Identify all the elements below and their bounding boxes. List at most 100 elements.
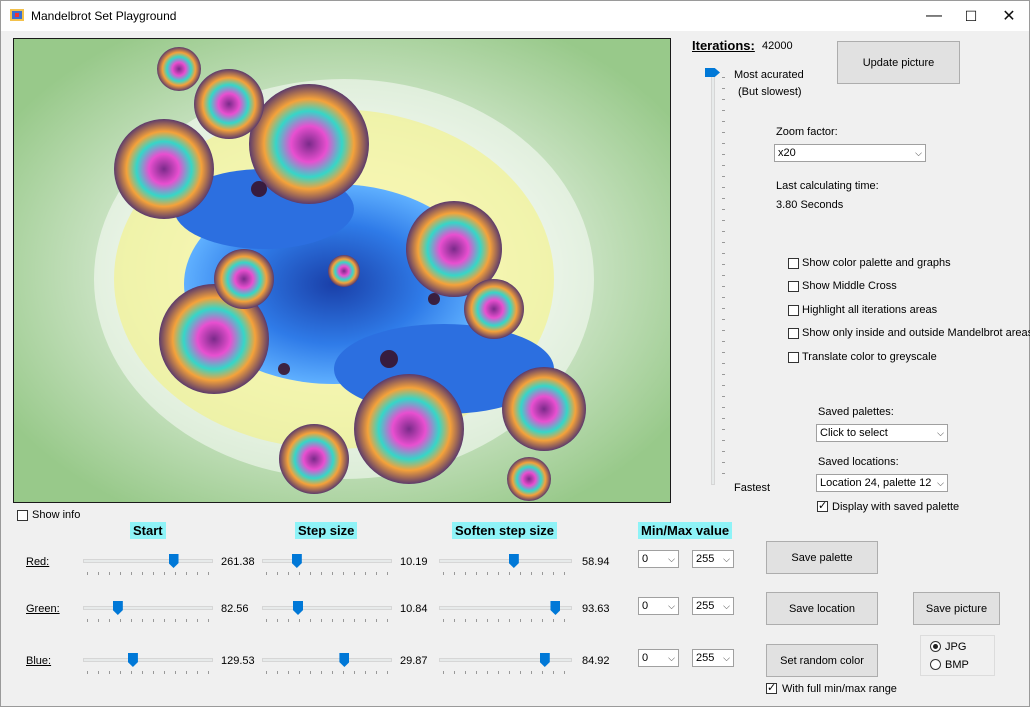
format-radio-bmp[interactable]: [930, 659, 941, 670]
red-channel-label: Red:: [26, 556, 50, 568]
iterations-value: 42000: [762, 40, 793, 52]
green-step-value: 10.84: [400, 603, 428, 615]
start-header: Start: [130, 522, 166, 539]
option-checkbox-greyscale[interactable]: [788, 352, 799, 363]
red-max-select[interactable]: 255 ⌵: [692, 550, 734, 568]
red-soften-slider-track[interactable]: [439, 559, 572, 563]
saved-palettes-value: Click to select: [820, 427, 888, 439]
chevron-down-icon: ⌵: [668, 554, 675, 564]
blue-min-value: 0: [642, 652, 649, 664]
blue-start-slider-thumb[interactable]: [127, 653, 138, 667]
main-window: Mandelbrot Set Playground — ☐ ✕ Show inf…: [0, 0, 1030, 707]
format-label-bmp: BMP: [945, 659, 969, 671]
chevron-down-icon: ⌵: [668, 653, 675, 663]
saved-locations-value: Location 24, palette 12: [820, 477, 932, 489]
zoom-select[interactable]: x20 ⌵: [774, 144, 926, 162]
option-label-highlight: Highlight all iterations areas: [802, 304, 938, 316]
full-range-checkbox[interactable]: [766, 681, 777, 694]
format-label-jpg: JPG: [945, 641, 967, 653]
blue-soften-slider-ticks: [443, 671, 568, 674]
green-soften-slider-thumb[interactable]: [550, 601, 561, 615]
app-icon: [10, 9, 24, 21]
green-start-slider-thumb[interactable]: [112, 601, 123, 615]
save-picture-button[interactable]: Save picture: [913, 592, 1000, 625]
blue-soften-value: 84.92: [582, 655, 610, 667]
blue-soften-slider-track[interactable]: [439, 658, 572, 662]
calc-time-value: 3.80 Seconds: [776, 199, 844, 211]
red-min-value: 0: [642, 553, 649, 565]
saved-palettes-select[interactable]: Click to select ⌵: [816, 424, 948, 442]
display-saved-palette-checkbox[interactable]: [817, 499, 828, 512]
red-start-value: 261.38: [221, 556, 255, 568]
green-start-value: 82.56: [221, 603, 249, 615]
format-radio-jpg[interactable]: [930, 641, 941, 652]
chevron-down-icon: ⌵: [915, 148, 922, 158]
iterations-slider-thumb[interactable]: [705, 68, 720, 77]
chevron-down-icon: ⌵: [937, 478, 944, 488]
red-min-select[interactable]: 0 ⌵: [638, 550, 679, 568]
option-checkbox-highlight[interactable]: [788, 305, 799, 316]
window-title: Mandelbrot Set Playground: [31, 9, 177, 23]
fractal-render: [14, 39, 670, 502]
green-soften-slider-ticks: [443, 619, 568, 622]
green-min-select[interactable]: 0 ⌵: [638, 597, 679, 615]
red-max-value: 255: [696, 553, 715, 565]
green-max-select[interactable]: 255 ⌵: [692, 597, 734, 615]
iterations-slider-track[interactable]: [711, 73, 715, 485]
title-bar: Mandelbrot Set Playground — ☐ ✕: [1, 1, 1029, 31]
maximize-button[interactable]: ☐: [952, 1, 990, 31]
blue-start-value: 129.53: [221, 655, 255, 667]
minimize-button[interactable]: —: [915, 1, 953, 31]
green-start-slider-ticks: [87, 619, 209, 622]
red-soften-slider-ticks: [443, 572, 568, 575]
blue-start-slider-track[interactable]: [83, 658, 213, 662]
red-start-slider-thumb[interactable]: [168, 554, 179, 568]
blue-step-value: 29.87: [400, 655, 428, 667]
iterations-top-sublabel: (But slowest): [738, 86, 802, 98]
saved-locations-select[interactable]: Location 24, palette 12 ⌵: [816, 474, 948, 492]
chevron-down-icon: ⌵: [937, 428, 944, 438]
green-step-slider-thumb[interactable]: [293, 601, 303, 615]
iterations-top-label: Most acurated: [734, 69, 804, 81]
set-random-color-button[interactable]: Set random color: [766, 644, 878, 677]
mandelbrot-picture[interactable]: [13, 38, 671, 503]
blue-step-slider-thumb[interactable]: [339, 653, 350, 667]
green-step-slider-ticks: [266, 619, 388, 622]
red-step-value: 10.19: [400, 556, 428, 568]
option-checkbox-inside-outside[interactable]: [788, 328, 799, 339]
green-start-slider-track[interactable]: [83, 606, 213, 610]
green-channel-label: Green:: [26, 603, 60, 615]
blue-max-select[interactable]: 255 ⌵: [692, 649, 734, 667]
option-label-middle-cross: Show Middle Cross: [802, 280, 897, 292]
option-label-inside-outside: Show only inside and outside Mandelbrot …: [802, 327, 1030, 339]
iterations-bottom-label: Fastest: [734, 482, 771, 494]
red-start-slider-ticks: [87, 572, 209, 575]
red-start-slider-track[interactable]: [83, 559, 213, 563]
update-picture-button[interactable]: Update picture: [837, 41, 960, 84]
green-min-value: 0: [642, 600, 649, 612]
min-max-header: Min/Max value: [638, 522, 733, 539]
zoom-label: Zoom factor:: [776, 126, 838, 138]
blue-start-slider-ticks: [87, 671, 209, 674]
red-step-slider-ticks: [266, 572, 388, 575]
zoom-select-value: x20: [778, 147, 796, 159]
save-palette-button[interactable]: Save palette: [766, 541, 878, 574]
red-soften-slider-thumb[interactable]: [508, 554, 519, 568]
calc-time-label: Last calculating time:: [776, 180, 879, 192]
close-button[interactable]: ✕: [990, 1, 1028, 31]
save-location-button[interactable]: Save location: [766, 592, 878, 625]
soften-step-header: Soften step size: [452, 522, 557, 539]
red-step-slider-thumb[interactable]: [291, 554, 302, 568]
option-checkbox-palette[interactable]: [788, 258, 799, 269]
blue-soften-slider-thumb[interactable]: [539, 653, 550, 667]
iterations-label: Iterations:: [692, 38, 755, 53]
step-size-header: Step size: [295, 522, 358, 539]
blue-min-select[interactable]: 0 ⌵: [638, 649, 679, 667]
show-info-checkbox[interactable]: [17, 510, 28, 521]
option-checkbox-middle-cross[interactable]: [788, 281, 799, 292]
chevron-down-icon: ⌵: [723, 653, 730, 663]
blue-step-slider-track[interactable]: [262, 658, 392, 662]
red-step-slider-track[interactable]: [262, 559, 392, 563]
show-info-label: Show info: [32, 509, 81, 521]
green-step-slider-track[interactable]: [262, 606, 392, 610]
